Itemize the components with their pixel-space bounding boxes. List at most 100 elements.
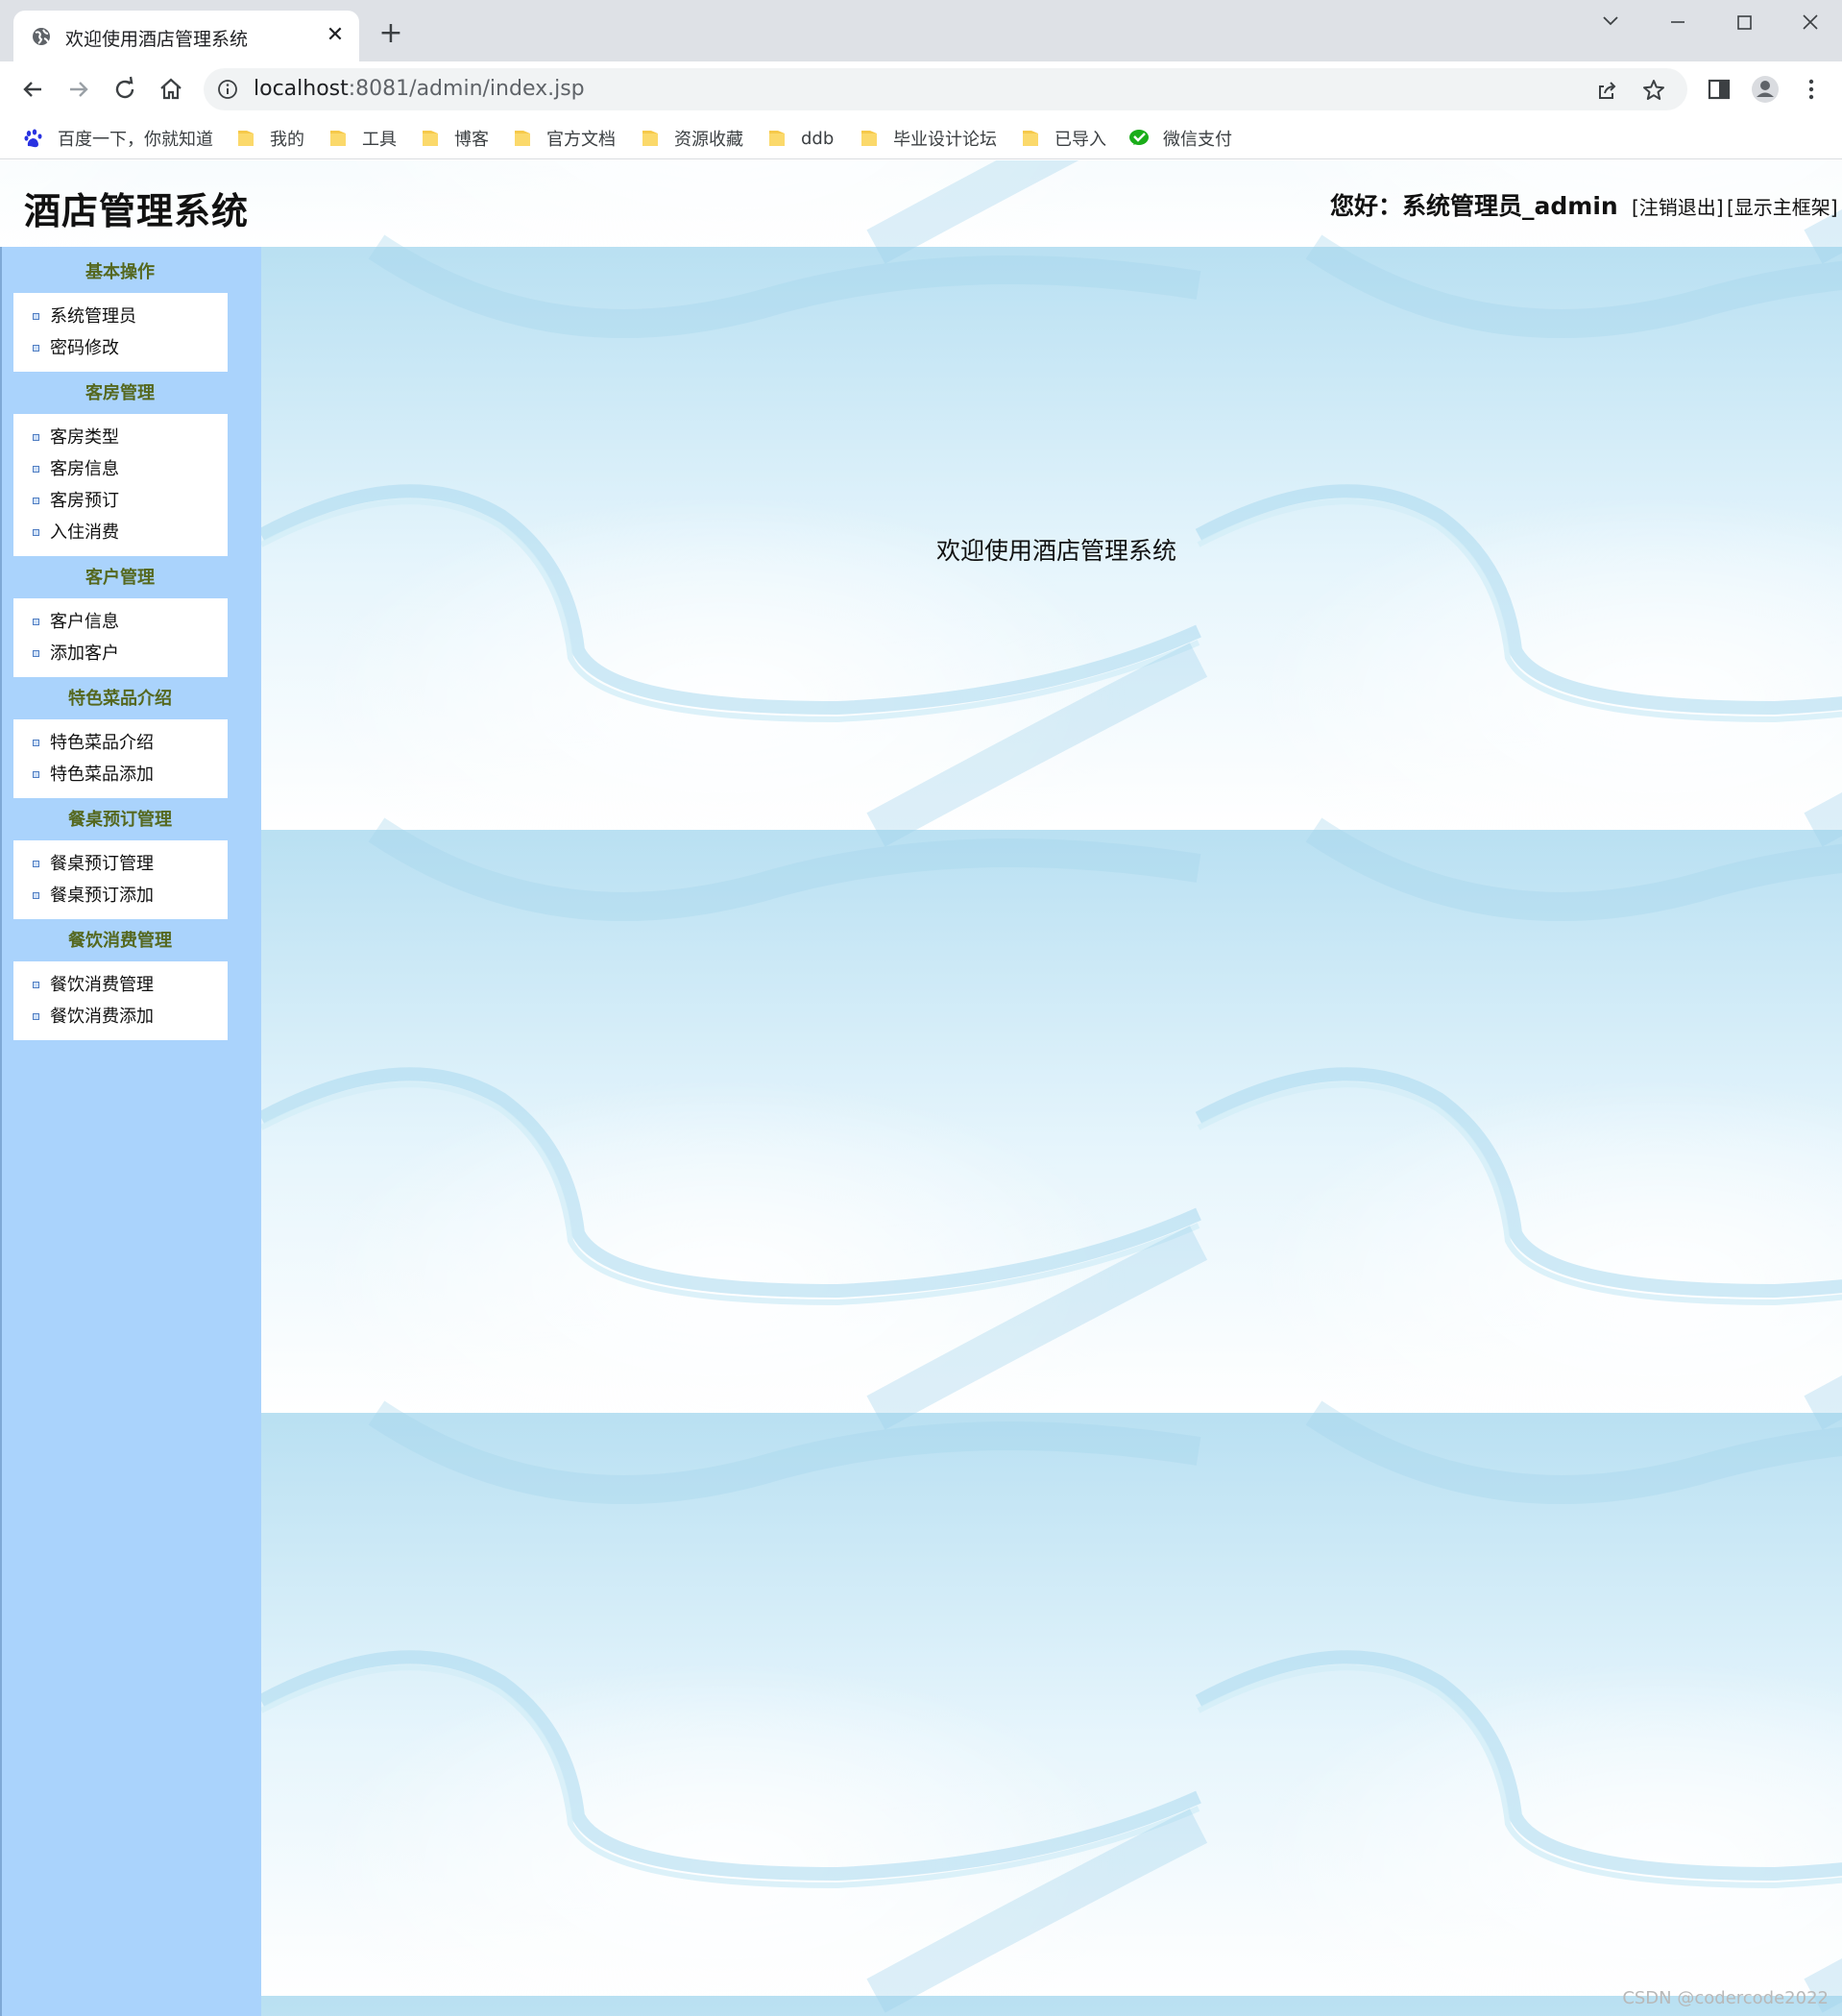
back-icon[interactable] [17,74,48,105]
menu-icon[interactable] [1797,75,1826,104]
menu-item-label: 客房类型 [50,427,119,448]
menu-item-label: 系统管理员 [50,306,136,327]
menu-item-add-customer[interactable]: 添加客户 [14,638,227,669]
bullet-icon [33,313,39,320]
menu-item-label: 餐桌预订管理 [50,854,154,874]
reload-icon[interactable] [109,74,140,105]
menu-item-label: 客房预订 [50,491,119,511]
menu-item-admins[interactable]: 系统管理员 [14,301,227,332]
bullet-icon [33,861,39,867]
folder-icon [238,131,254,146]
browser-toolbar: localhost:8081/admin/index.jsp [0,61,1842,117]
background-waves [0,160,1842,2016]
bookmark-label: 资源收藏 [674,130,743,150]
menu-group-basic: 基本操作 系统管理员 密码修改 [2,256,263,372]
folder-icon [642,131,658,146]
menu-item-room-info[interactable]: 客房信息 [14,453,227,485]
user-greeting: 您好：系统管理员_admin [1330,192,1618,220]
logout-link[interactable]: [注销退出] [1632,192,1724,220]
menu-group-table-booking: 餐桌预订管理 餐桌预订管理 餐桌预订添加 [2,804,263,919]
globe-icon [33,28,50,45]
tab-search-icon[interactable] [1591,8,1630,36]
show-main-frame-link[interactable]: [显示主框架] [1727,192,1838,220]
menu-item-label: 餐饮消费添加 [50,1007,154,1027]
bookmark-label: 已导入 [1054,130,1106,150]
side-panel-icon[interactable] [1705,75,1733,104]
menu-item-table-booking-add[interactable]: 餐桌预订添加 [14,880,227,911]
menu-item-change-password[interactable]: 密码修改 [14,332,227,364]
home-icon[interactable] [156,74,186,105]
browser-tabbar: 欢迎使用酒店管理系统 ✕ + [0,0,1842,61]
menu-item-add-dish[interactable]: 特色菜品添加 [14,759,227,790]
bookmark-folder-resources[interactable]: 资源收藏 [640,125,743,152]
address-bar[interactable]: localhost:8081/admin/index.jsp [204,68,1687,110]
close-tab-icon[interactable]: ✕ [323,23,348,48]
menu-item-dining-manage[interactable]: 餐饮消费管理 [14,969,227,1001]
browser-tab[interactable]: 欢迎使用酒店管理系统 ✕ [13,11,359,61]
site-title: 酒店管理系统 [24,190,250,232]
menu-item-dish-intro[interactable]: 特色菜品介绍 [14,727,227,759]
menu-heading[interactable]: 特色菜品介绍 [2,683,238,716]
bullet-icon [33,650,39,657]
menu-item-room-booking[interactable]: 客房预订 [14,485,227,517]
menu-item-label: 客户信息 [50,612,119,632]
menu-group-dishes: 特色菜品介绍 特色菜品介绍 特色菜品添加 [2,683,263,798]
menu-item-dining-add[interactable]: 餐饮消费添加 [14,1001,227,1032]
bookmark-label: 百度一下，你就知道 [58,130,213,150]
menu-item-label: 特色菜品介绍 [50,733,154,753]
url-text: localhost:8081/admin/index.jsp [254,77,585,101]
bullet-icon [33,529,39,536]
menu-items: 餐桌预订管理 餐桌预订添加 [13,840,228,919]
bookmark-label: 毕业设计论坛 [893,130,997,150]
folder-icon [861,131,877,146]
forward-icon[interactable] [63,74,94,105]
bullet-icon [33,892,39,899]
bookmark-folder-blog[interactable]: 博客 [420,125,489,152]
bookmark-folder-docs[interactable]: 官方文档 [512,125,616,152]
profile-icon[interactable] [1751,75,1780,104]
menu-heading[interactable]: 餐桌预订管理 [2,804,238,837]
menu-heading[interactable]: 基本操作 [2,256,238,289]
bookmark-folder-forum[interactable]: 毕业设计论坛 [859,125,997,152]
menu-heading[interactable]: 餐饮消费管理 [2,925,238,958]
folder-icon [1023,131,1038,146]
menu-heading[interactable]: 客房管理 [2,377,238,410]
bookmark-folder-tools[interactable]: 工具 [327,125,397,152]
menu-item-customer-info[interactable]: 客户信息 [14,606,227,638]
menu-item-label: 餐桌预订添加 [50,886,154,906]
bookmark-label: ddb [801,128,835,149]
bookmark-baidu[interactable]: 百度一下，你就知道 [23,125,213,152]
folder-icon [423,131,438,146]
folder-icon [515,131,530,146]
menu-item-label: 客房信息 [50,459,119,479]
minimize-icon[interactable] [1659,8,1697,36]
menu-group-customers: 客户管理 客户信息 添加客户 [2,562,263,677]
bookmark-folder-mine[interactable]: 我的 [235,125,304,152]
bookmark-wechat-pay[interactable]: 微信支付 [1128,125,1232,152]
info-icon[interactable] [217,79,238,100]
menu-item-room-types[interactable]: 客房类型 [14,422,227,453]
bullet-icon [33,345,39,352]
menu-item-checkin-charges[interactable]: 入住消费 [14,517,227,548]
menu-item-label: 特色菜品添加 [50,765,154,785]
menu-item-table-booking-manage[interactable]: 餐桌预订管理 [14,848,227,880]
menu-items: 系统管理员 密码修改 [13,293,228,372]
bullet-icon [33,740,39,746]
menu-items: 客房类型 客房信息 客房预订 入住消费 [13,414,228,556]
page-content: 酒店管理系统 您好：系统管理员_admin [注销退出] [显示主框架] 基本操… [0,160,1842,2016]
tab-title: 欢迎使用酒店管理系统 [65,29,249,50]
bookmark-label: 博客 [454,130,489,150]
new-tab-button[interactable]: + [376,19,405,48]
bookmark-folder-ddb[interactable]: ddb [766,125,834,152]
bullet-icon [33,619,39,625]
bookmark-folder-imported[interactable]: 已导入 [1020,125,1106,152]
star-icon[interactable] [1641,78,1666,103]
watermark: CSDN @codercode2022 [1622,1988,1829,2008]
menu-heading[interactable]: 客户管理 [2,562,238,595]
site-header: 酒店管理系统 您好：系统管理员_admin [注销退出] [显示主框架] [0,160,1842,247]
url-path: :8081/admin/index.jsp [348,77,585,101]
share-icon[interactable] [1595,78,1620,103]
wechat-pay-icon [1129,130,1149,145]
maximize-icon[interactable] [1726,8,1764,36]
close-window-icon[interactable] [1791,8,1830,36]
